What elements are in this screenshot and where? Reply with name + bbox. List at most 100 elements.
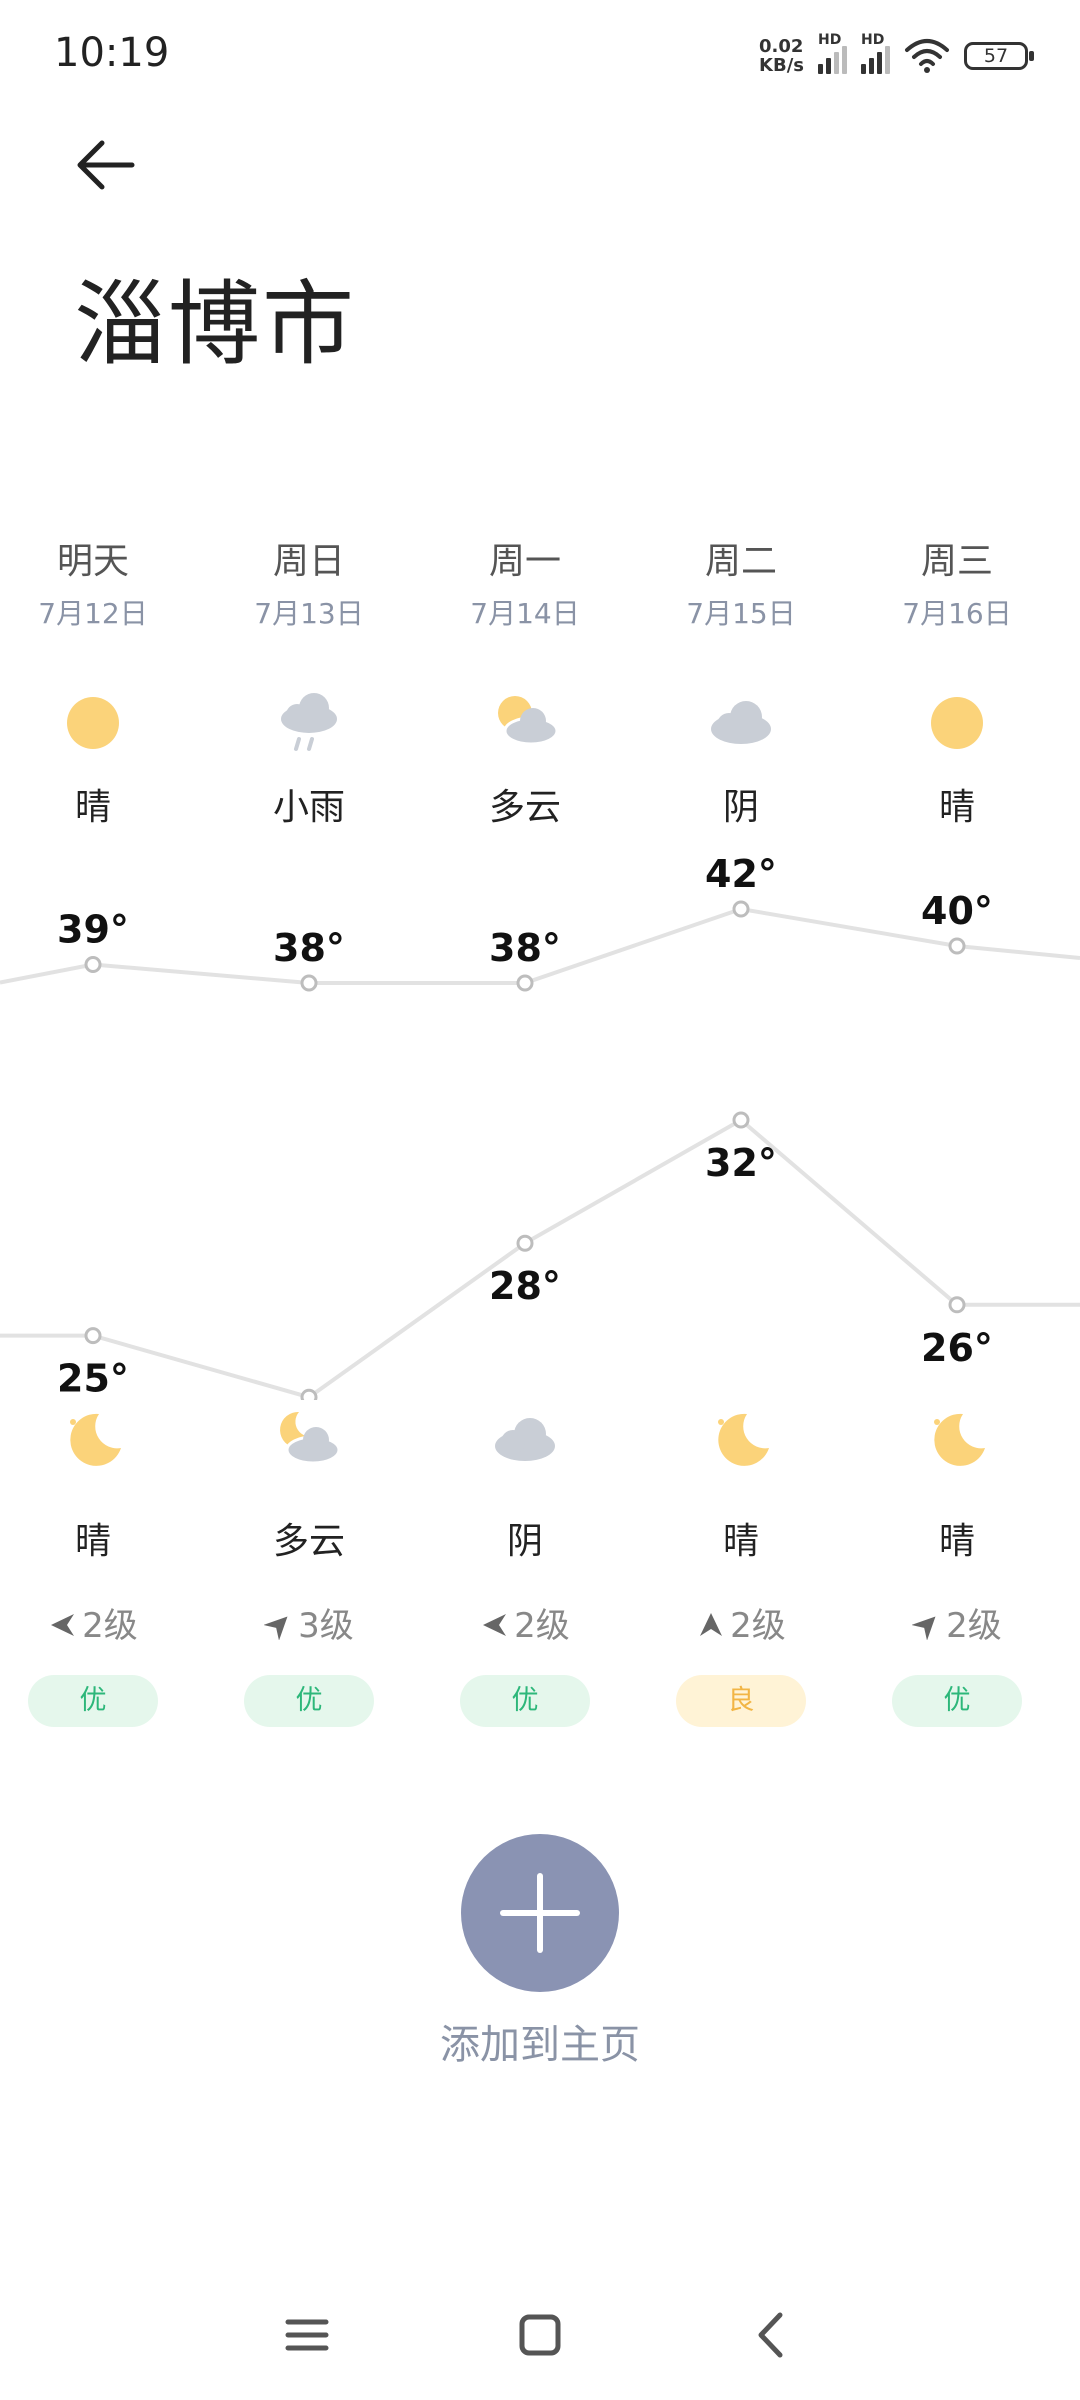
sun-icon bbox=[931, 697, 983, 749]
high-temp-point bbox=[948, 937, 966, 955]
aqi-badge: 优 bbox=[892, 1675, 1022, 1727]
day-weather-icon-wrap bbox=[418, 683, 632, 767]
day-date: 7月12日 bbox=[38, 597, 148, 630]
day-name: 明天 bbox=[56, 541, 129, 582]
day-weather-icon-wrap bbox=[850, 683, 1064, 767]
battery-icon: 57 bbox=[964, 42, 1034, 70]
day-weather-icon-wrap bbox=[0, 683, 200, 767]
wind-direction-icon bbox=[700, 1613, 723, 1636]
night-weather-icon-wrap bbox=[202, 1400, 416, 1484]
network-speed: 0.02 KB/s bbox=[759, 37, 804, 75]
night-weather-icon-wrap bbox=[418, 1400, 632, 1484]
moon-icon bbox=[70, 1413, 121, 1466]
aqi-info: 优 bbox=[850, 1675, 1064, 1727]
high-temp-point bbox=[516, 974, 534, 992]
day-date: 7月15日 bbox=[686, 597, 796, 630]
day-date: 7月13日 bbox=[254, 597, 364, 630]
back-icon[interactable] bbox=[728, 2290, 818, 2380]
day-name: 周二 bbox=[704, 541, 777, 582]
night-weather-icon-wrap bbox=[850, 1400, 1064, 1484]
day-date: 7月16日 bbox=[902, 597, 1012, 630]
low-temp-label: 25° bbox=[57, 1357, 129, 1400]
night-weather-icon-wrap bbox=[634, 1400, 848, 1484]
home-icon[interactable] bbox=[495, 2290, 585, 2380]
wind-direction-icon bbox=[483, 1614, 507, 1636]
day-name: 周日 bbox=[272, 541, 345, 582]
forecast-day-header: 周一 7月14日 bbox=[418, 532, 632, 632]
aqi-info: 优 bbox=[0, 1675, 200, 1727]
high-temp-label: 40° bbox=[921, 889, 993, 933]
high-temp-point bbox=[84, 956, 102, 973]
forecast-day-header: 周日 7月13日 bbox=[202, 532, 416, 632]
signal-icon: HD bbox=[861, 32, 890, 74]
high-temp-label: 42° bbox=[705, 852, 777, 896]
low-temp-point bbox=[84, 1327, 102, 1345]
wind-info: 2级 bbox=[418, 1598, 632, 1647]
low-temp-point bbox=[300, 1388, 318, 1400]
night-weather-icon-wrap bbox=[0, 1400, 200, 1484]
aqi-badge: 优 bbox=[460, 1675, 590, 1727]
moon-icon bbox=[934, 1413, 985, 1466]
wind-direction-icon bbox=[263, 1616, 288, 1641]
night-weather-text: 晴 bbox=[722, 1521, 759, 1562]
night-weather: 阴 bbox=[418, 1512, 632, 1564]
aqi-info: 优 bbox=[202, 1675, 416, 1727]
wind-level: 2级 bbox=[82, 1606, 138, 1646]
forecast-day-header: 明天 7月12日 bbox=[0, 532, 200, 632]
aqi-info: 良 bbox=[634, 1675, 848, 1727]
cloud-icon bbox=[495, 1418, 555, 1461]
low-temp-point bbox=[732, 1111, 750, 1129]
partly-cloudy-icon bbox=[498, 696, 559, 746]
wind-direction-icon bbox=[911, 1616, 936, 1641]
system-nav-bar bbox=[0, 2270, 1080, 2400]
night-weather: 晴 bbox=[0, 1512, 200, 1564]
hd-label: HD bbox=[861, 32, 885, 48]
high-temp-point bbox=[300, 974, 318, 992]
low-temp-line bbox=[0, 1117, 1080, 1400]
low-temp-label: 32° bbox=[705, 1141, 777, 1185]
night-weather-text: 多云 bbox=[272, 1521, 345, 1562]
wind-level: 2级 bbox=[514, 1606, 570, 1646]
night-weather-text: 阴 bbox=[506, 1521, 543, 1562]
network-speed-value: 0.02 bbox=[759, 36, 804, 57]
wind-info: 2级 bbox=[0, 1598, 200, 1647]
moon-icon bbox=[718, 1413, 769, 1466]
low-temp-point bbox=[948, 1296, 966, 1314]
network-speed-unit: KB/s bbox=[759, 55, 804, 76]
high-temp-point bbox=[732, 900, 750, 918]
day-weather-icon-wrap bbox=[202, 683, 416, 767]
high-temp-label: 39° bbox=[57, 908, 129, 952]
hd-label: HD bbox=[818, 32, 842, 48]
wifi-icon bbox=[905, 39, 949, 73]
wind-direction-icon bbox=[51, 1614, 75, 1636]
cloud-icon bbox=[711, 701, 771, 744]
page-title: 淄博市 bbox=[74, 271, 357, 378]
wind-level: 3级 bbox=[298, 1606, 354, 1646]
day-name: 周一 bbox=[488, 541, 561, 582]
back-arrow-icon[interactable] bbox=[72, 135, 152, 195]
high-temp-label: 38° bbox=[273, 926, 345, 970]
aqi-badge: 良 bbox=[676, 1675, 806, 1727]
low-temp-point bbox=[516, 1234, 534, 1252]
night-weather-text: 晴 bbox=[74, 1521, 111, 1562]
night-weather: 晴 bbox=[634, 1512, 848, 1564]
status-time: 10:19 bbox=[54, 30, 170, 76]
wind-info: 2级 bbox=[850, 1598, 1064, 1647]
sun-icon bbox=[67, 697, 119, 749]
add-to-home-label: 添加到主页 bbox=[440, 2022, 640, 2068]
menu-icon[interactable] bbox=[262, 2290, 352, 2380]
night-weather: 多云 bbox=[202, 1512, 416, 1564]
status-icons: 0.02 KB/s HD HD 57 bbox=[759, 32, 1034, 78]
wind-info: 3级 bbox=[202, 1598, 416, 1647]
temperature-chart: 39°25°38°23°38°28°42°32°40°26° bbox=[0, 852, 1080, 1400]
high-temp-label: 38° bbox=[489, 926, 561, 970]
moon-cloud-icon bbox=[280, 1411, 341, 1465]
aqi-badge: 优 bbox=[244, 1675, 374, 1727]
day-date: 7月14日 bbox=[470, 597, 580, 630]
add-to-home-button[interactable] bbox=[461, 1834, 619, 1992]
aqi-info: 优 bbox=[418, 1675, 632, 1727]
status-bar: 10:19 0.02 KB/s HD HD 57 bbox=[0, 0, 1080, 110]
aqi-badge: 优 bbox=[28, 1675, 158, 1727]
forecast-day-header: 周二 7月15日 bbox=[634, 532, 848, 632]
forecast-day-header: 周三 7月16日 bbox=[850, 532, 1064, 632]
